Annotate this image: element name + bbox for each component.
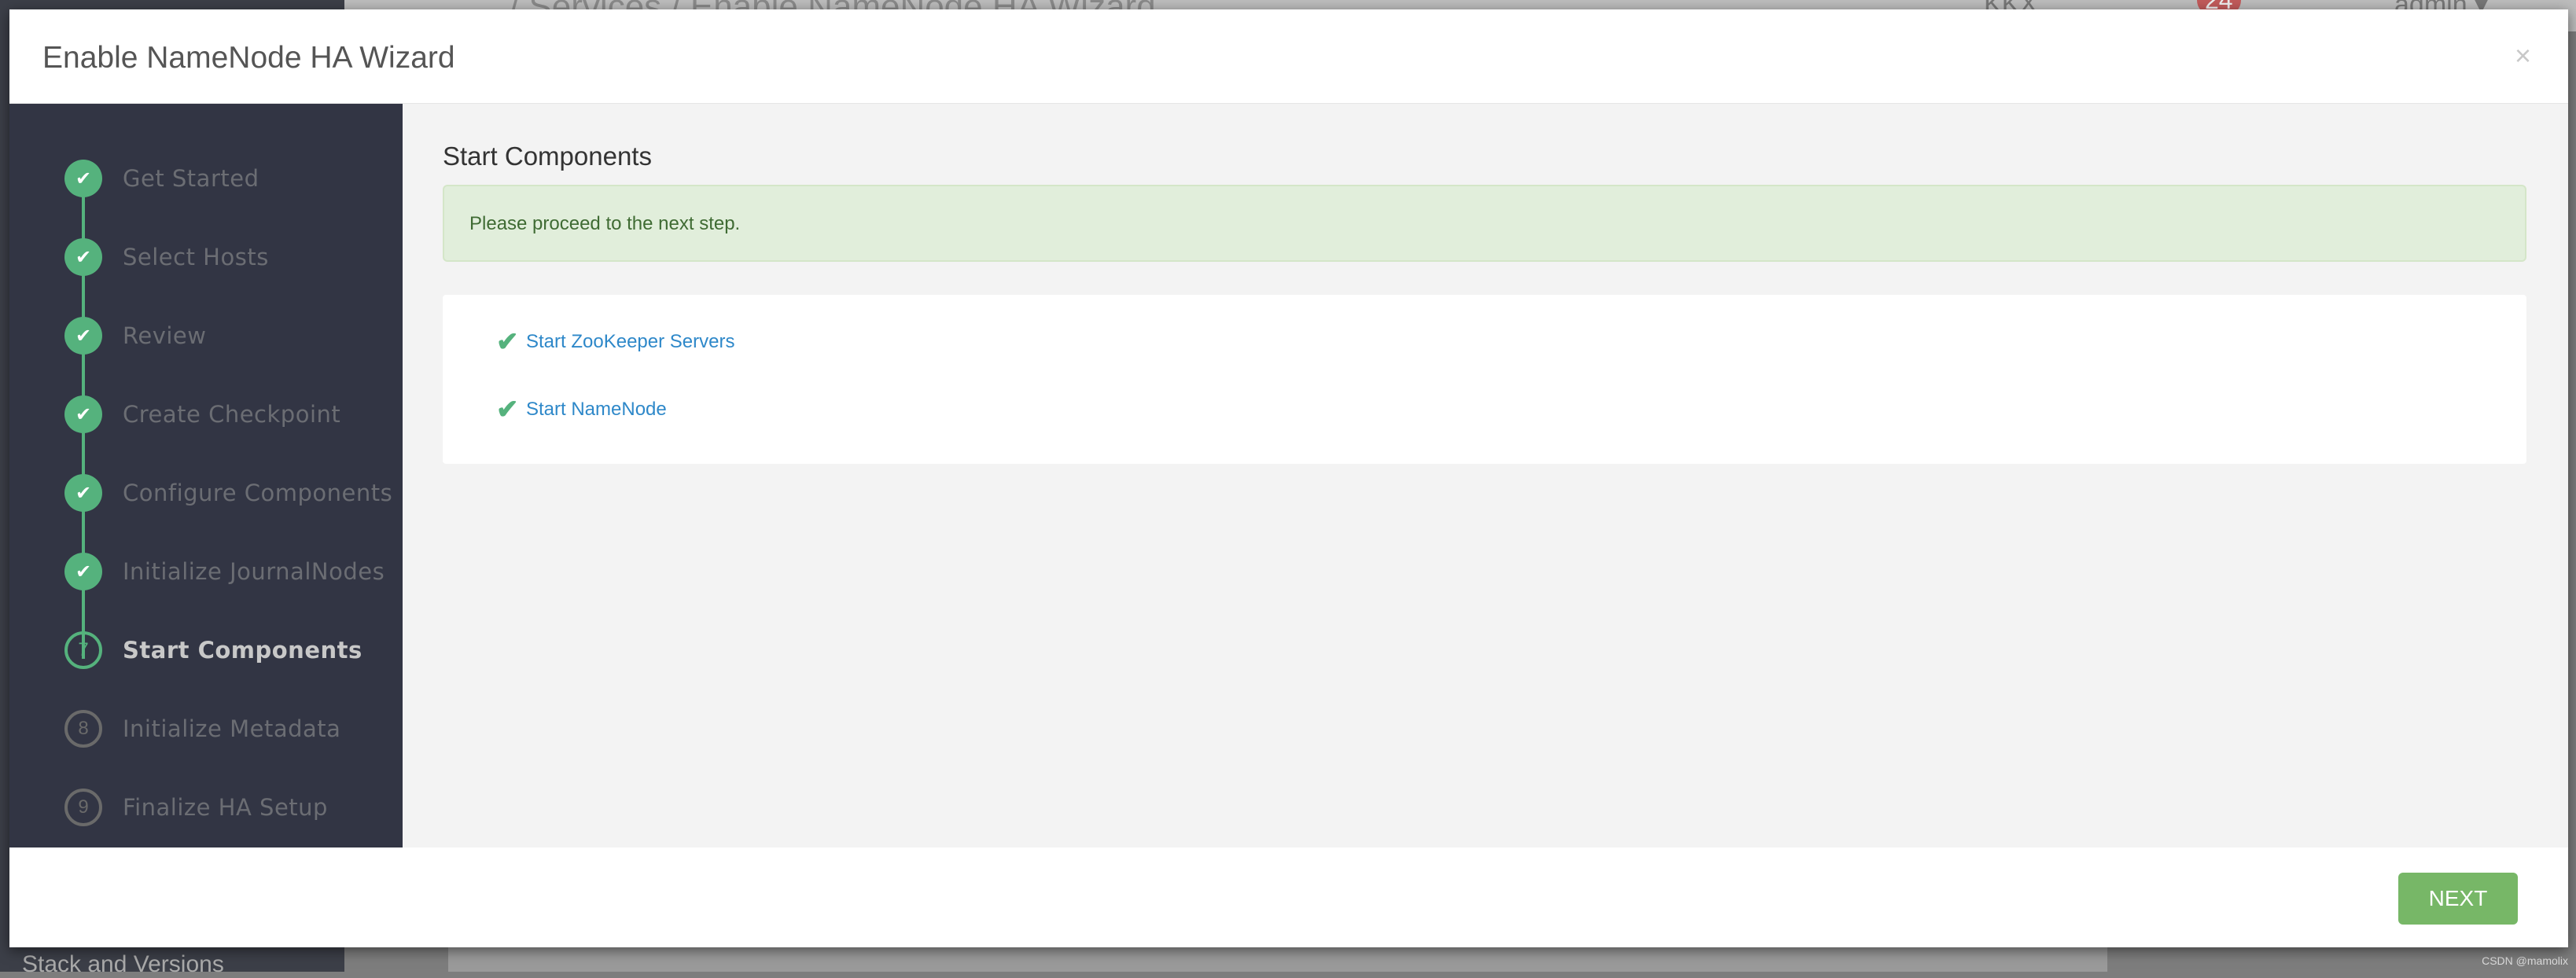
step-initialize-journalnodes[interactable]: ✔ Initialize JournalNodes <box>64 552 385 591</box>
step-initialize-metadata[interactable]: 8 Initialize Metadata <box>64 709 340 748</box>
next-button[interactable]: NEXT <box>2398 873 2518 925</box>
step-title: Start Components <box>443 142 652 171</box>
alert-text: Please proceed to the next step. <box>469 213 741 234</box>
wizard-content: Start Components Please proceed to the n… <box>403 104 2568 847</box>
step-label: Get Started <box>123 165 259 192</box>
check-circle-icon: ✔ <box>64 317 102 355</box>
step-label: Review <box>123 322 207 349</box>
tasks-panel: ✔ Start ZooKeeper Servers ✔ Start NameNo… <box>443 295 2526 464</box>
step-select-hosts[interactable]: ✔ Select Hosts <box>64 237 269 277</box>
step-configure-components[interactable]: ✔ Configure Components <box>64 473 392 513</box>
close-icon[interactable]: × <box>2515 39 2531 72</box>
check-icon: ✔ <box>496 327 519 357</box>
task-link[interactable]: Start ZooKeeper Servers <box>526 331 734 353</box>
check-circle-icon: ✔ <box>64 474 102 512</box>
step-get-started[interactable]: ✔ Get Started <box>64 159 259 198</box>
step-number-icon: 8 <box>64 710 102 748</box>
step-label: Initialize Metadata <box>123 715 341 742</box>
background-main <box>448 947 2107 972</box>
step-label: Create Checkpoint <box>123 401 341 428</box>
background-sidebar-item: Stack and Versions <box>22 951 224 977</box>
step-start-components[interactable]: 7 Start Components <box>64 631 362 670</box>
step-label: Select Hosts <box>123 244 269 270</box>
modal-footer: NEXT <box>9 847 2568 947</box>
success-alert: Please proceed to the next step. <box>443 185 2526 262</box>
step-create-checkpoint[interactable]: ✔ Create Checkpoint <box>64 395 340 434</box>
step-label: Finalize HA Setup <box>123 794 328 821</box>
step-label: Start Components <box>123 637 362 664</box>
check-circle-icon: ✔ <box>64 238 102 276</box>
wizard-modal: Enable NameNode HA Wizard × ✔ Get Started… <box>9 9 2568 947</box>
task-item: ✔ Start NameNode <box>496 394 667 425</box>
check-circle-icon: ✔ <box>64 553 102 590</box>
check-circle-icon: ✔ <box>64 395 102 433</box>
step-number-icon: 9 <box>64 789 102 826</box>
task-link[interactable]: Start NameNode <box>526 399 667 421</box>
task-item: ✔ Start ZooKeeper Servers <box>496 326 734 358</box>
step-label: Initialize JournalNodes <box>123 558 385 585</box>
step-review[interactable]: ✔ Review <box>64 316 206 355</box>
modal-header: Enable NameNode HA Wizard × <box>9 9 2568 104</box>
step-number-icon: 7 <box>64 631 102 669</box>
check-circle-icon: ✔ <box>64 160 102 197</box>
step-finalize-ha-setup[interactable]: 9 Finalize HA Setup <box>64 788 328 827</box>
wizard-steps: ✔ Get Started ✔ Select Hosts ✔ Review ✔ Create … <box>9 104 403 847</box>
check-icon: ✔ <box>496 395 519 425</box>
watermark: CSDN @mamolix <box>2482 954 2568 967</box>
step-label: Configure Components <box>123 480 393 506</box>
modal-title: Enable NameNode HA Wizard <box>42 41 455 75</box>
